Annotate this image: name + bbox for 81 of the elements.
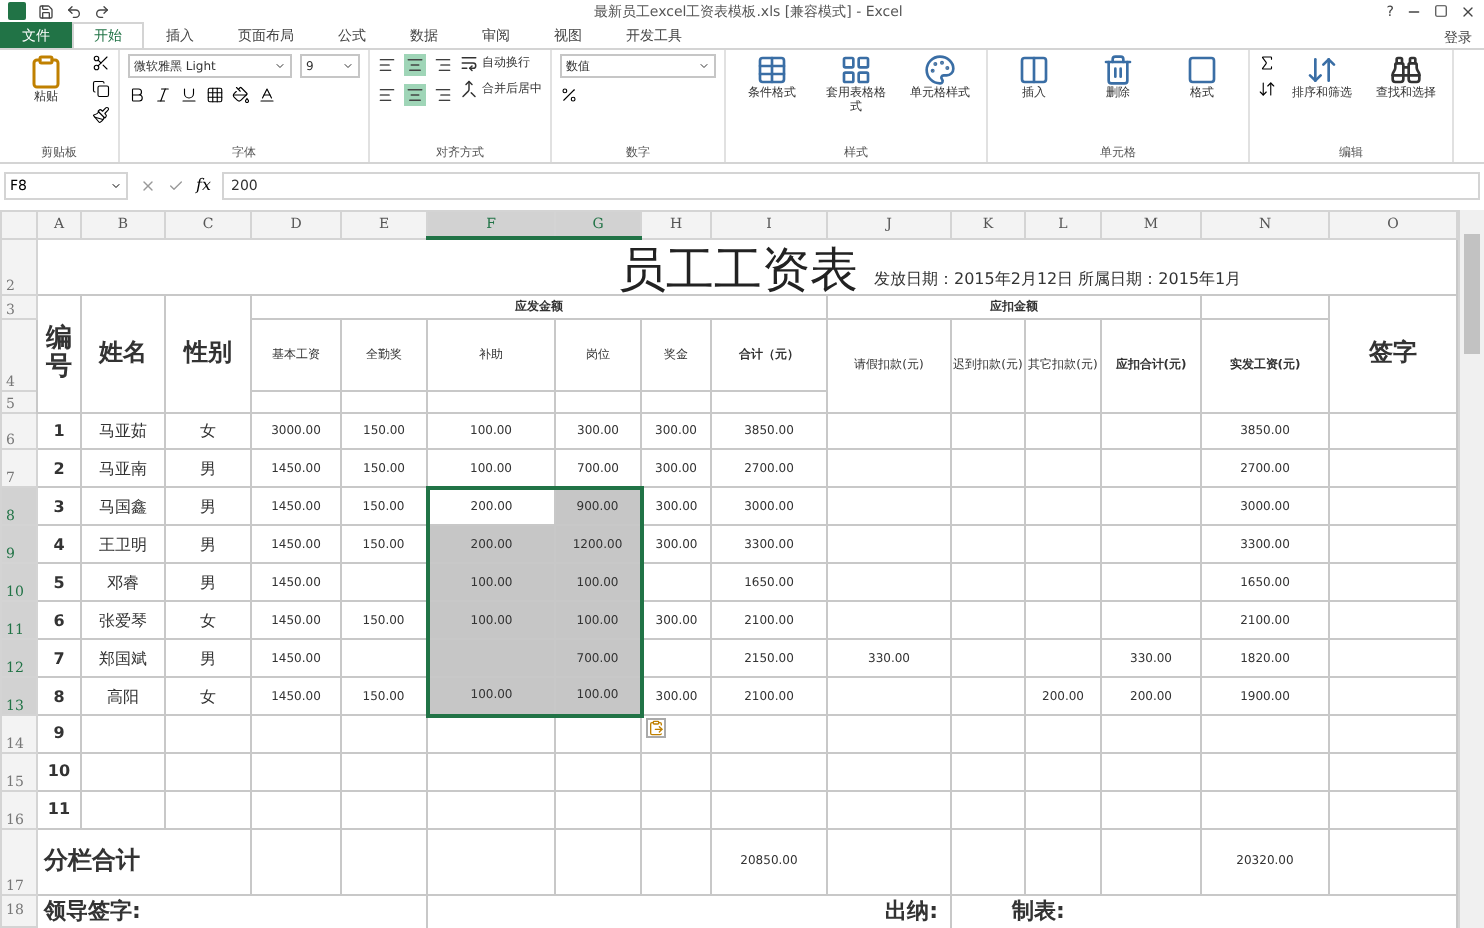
table-cell: 邓睿 <box>81 563 165 602</box>
table-cell: 女 <box>165 677 251 715</box>
cut-icon[interactable] <box>92 54 110 72</box>
insert-function-button[interactable]: fx <box>196 176 211 194</box>
save-icon[interactable] <box>38 3 54 19</box>
table-cell: 5 <box>37 563 81 602</box>
align-right-icon[interactable] <box>434 86 452 104</box>
table-cell: 男 <box>165 487 251 526</box>
underline-icon[interactable] <box>180 86 198 104</box>
signature-label: 出纳: <box>885 898 938 925</box>
binoculars-icon <box>1390 54 1422 86</box>
clipboard-icon <box>28 54 64 90</box>
maximize-icon[interactable] <box>1434 4 1448 18</box>
table-cell: 男 <box>165 449 251 488</box>
table-cell: 4 <box>37 525 81 564</box>
caret-icon[interactable] <box>342 60 354 72</box>
palette-icon <box>924 54 956 86</box>
signature-label: 领导签字: <box>44 898 141 925</box>
table-cell: 马亚茹 <box>81 412 165 450</box>
table-cell: 张爱琴 <box>81 601 165 640</box>
center-button[interactable] <box>404 84 426 106</box>
align-top-icon[interactable] <box>378 56 396 74</box>
close-icon[interactable] <box>1460 3 1476 19</box>
align-left-icon[interactable] <box>378 86 396 104</box>
clipboard-icon <box>648 720 664 736</box>
table-cell: 高阳 <box>81 677 165 715</box>
square-icon <box>1186 54 1218 86</box>
align-icon <box>406 56 424 74</box>
bold-icon[interactable] <box>128 86 146 104</box>
align-bottom-icon[interactable] <box>434 56 452 74</box>
table-cell: 7 <box>37 639 81 678</box>
columns-icon <box>1018 54 1050 86</box>
table-cell: 9 <box>37 715 81 753</box>
grid-icon <box>840 54 872 86</box>
table-cell: 1 <box>37 412 81 450</box>
caret-icon[interactable] <box>274 60 286 72</box>
wrap-icon <box>460 54 478 72</box>
cancel-icon[interactable] <box>140 177 156 193</box>
table-cell: 男 <box>165 563 251 602</box>
paste-options-icon[interactable] <box>646 718 666 738</box>
trash-icon <box>1102 54 1134 86</box>
table-cell: 男 <box>165 525 251 564</box>
table-cell: 8 <box>37 677 81 715</box>
table-cell: 马亚南 <box>81 449 165 488</box>
redo-icon[interactable] <box>94 3 110 19</box>
scrollbar[interactable] <box>1458 210 1484 928</box>
format-painter-icon[interactable] <box>92 106 110 124</box>
table-cell: 2 <box>37 449 81 488</box>
table-cell: 郑国斌 <box>81 639 165 678</box>
align-middle-button[interactable] <box>404 54 426 76</box>
fill-icon[interactable] <box>1258 80 1276 98</box>
sort-icon <box>1306 54 1338 86</box>
percent-icon[interactable] <box>560 86 578 104</box>
table-cell: 分栏合计 <box>37 828 251 895</box>
table-cell: 10 <box>37 752 81 791</box>
sum-icon[interactable] <box>1258 54 1276 72</box>
copy-icon[interactable] <box>92 80 110 98</box>
fill-color-icon[interactable] <box>232 86 250 104</box>
italic-icon[interactable] <box>154 86 172 104</box>
dates-text: 发放日期：2015年2月12日 所属日期：2015年1月 <box>874 268 1242 293</box>
table-cell: 马国鑫 <box>81 487 165 526</box>
caret-icon[interactable] <box>698 60 710 72</box>
table-cell: 王卫明 <box>81 525 165 564</box>
table-cell: 女 <box>165 412 251 450</box>
enter-icon[interactable] <box>168 177 184 193</box>
table-cell: 11 <box>37 790 81 829</box>
table-cell: 3 <box>37 487 81 526</box>
table-cell: 女 <box>165 601 251 640</box>
undo-icon[interactable] <box>66 3 82 19</box>
table-cell: 姓名 <box>81 295 165 412</box>
table-cell: 男 <box>165 639 251 678</box>
table-cell: 6 <box>37 601 81 640</box>
font-color-icon[interactable] <box>258 86 276 104</box>
table-cell: 性别 <box>165 295 251 412</box>
align-icon <box>406 86 424 104</box>
border-icon[interactable] <box>206 86 224 104</box>
merge-icon <box>460 80 478 98</box>
sheet-title: 员工工资表 <box>618 246 858 294</box>
signature-label: 制表: <box>1012 898 1065 925</box>
table-icon <box>756 54 788 86</box>
caret-icon[interactable] <box>110 179 122 191</box>
